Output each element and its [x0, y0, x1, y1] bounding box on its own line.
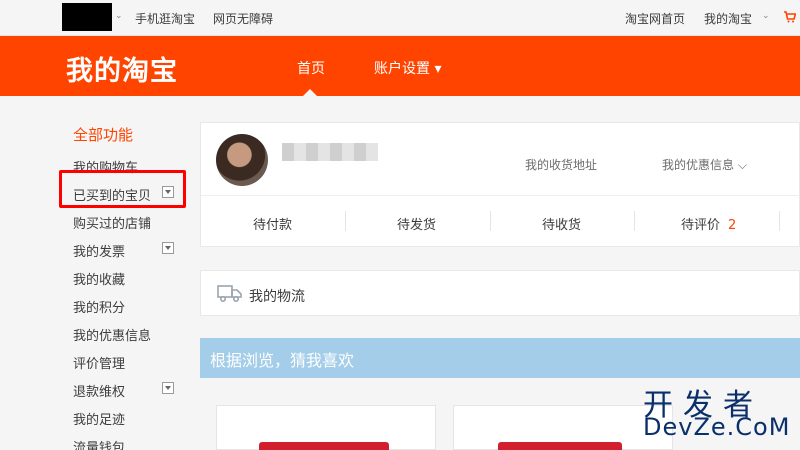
expand-toggle-icon[interactable]	[162, 242, 174, 254]
product-card[interactable]	[453, 405, 673, 450]
nav-account-settings[interactable]: 账户设置 ▾	[374, 58, 441, 78]
my-coupons-link[interactable]: 我的优惠信息 ⌵	[662, 156, 747, 173]
sidebar-item-points[interactable]: 我的积分	[73, 297, 125, 316]
brand-logo[interactable]: 我的淘宝	[66, 49, 178, 88]
order-pending-review[interactable]: 待评价 2	[681, 214, 736, 233]
product-thumbnail[interactable]	[259, 442, 389, 450]
divider	[634, 211, 635, 231]
expand-toggle-icon[interactable]	[162, 382, 174, 394]
recommend-banner: 根据浏览，猜我喜欢	[200, 338, 800, 378]
highlight-annotation	[59, 170, 186, 208]
accessibility-link[interactable]: 网页无障碍	[213, 10, 273, 27]
divider	[779, 211, 780, 231]
watermark-text: DevZe.CoM	[643, 413, 791, 441]
chevron-down-icon[interactable]: ⌄	[762, 11, 770, 21]
sidebar-item-coupons[interactable]: 我的优惠信息	[73, 325, 151, 344]
review-count-badge: 2	[728, 218, 737, 233]
sidebar-item-favorites[interactable]: 我的收藏	[73, 269, 125, 288]
divider	[490, 211, 491, 231]
user-avatar-redacted[interactable]	[62, 3, 112, 31]
order-pending-shipment[interactable]: 待发货	[397, 214, 444, 233]
mobile-taobao-link[interactable]: 手机逛淘宝	[135, 10, 195, 27]
sidebar-item-invoices[interactable]: 我的发票	[73, 241, 125, 260]
user-summary-card: 我的收货地址 我的优惠信息 ⌵ 待付款 待发货 待收货 待评价 2	[200, 122, 800, 247]
sidebar-heading: 全部功能	[73, 126, 134, 144]
truck-icon	[217, 285, 242, 303]
recommend-title: 根据浏览，猜我喜欢	[210, 351, 355, 370]
order-pending-payment[interactable]: 待付款	[253, 214, 300, 233]
my-taobao-link[interactable]: 我的淘宝	[704, 10, 752, 27]
product-thumbnail[interactable]	[498, 442, 622, 450]
logistics-title: 我的物流	[249, 289, 305, 305]
taobao-home-link[interactable]: 淘宝网首页	[625, 10, 685, 27]
username-redacted	[282, 143, 378, 161]
sidebar-item-data-wallet[interactable]: 流量钱包	[73, 437, 125, 450]
chevron-down-icon[interactable]: ⌄	[115, 11, 123, 21]
product-card[interactable]	[216, 405, 436, 450]
sidebar-item-footprints[interactable]: 我的足迹	[73, 409, 125, 428]
sidebar-item-reviews[interactable]: 评价管理	[73, 353, 125, 372]
divider	[345, 211, 346, 231]
sidebar: 全部功能 我的购物车 已买到的宝贝 购买过的店铺 我的发票 我的收藏 我的积分 …	[0, 96, 195, 450]
active-nav-indicator	[303, 89, 317, 96]
top-bar: ⌄ 手机逛淘宝 网页无障碍 淘宝网首页 我的淘宝 ⌄	[0, 0, 800, 36]
shipping-address-link[interactable]: 我的收货地址	[525, 156, 597, 173]
cart-icon[interactable]	[784, 11, 796, 23]
order-pending-receipt[interactable]: 待收货	[542, 214, 589, 233]
logistics-card[interactable]: 我的物流	[200, 270, 800, 316]
avatar[interactable]	[216, 134, 268, 186]
sidebar-item-visited-shops[interactable]: 购买过的店铺	[73, 213, 151, 232]
main-header: 我的淘宝 首页 账户设置 ▾	[0, 36, 800, 96]
sidebar-item-refunds[interactable]: 退款维权	[73, 381, 125, 400]
nav-home[interactable]: 首页	[297, 58, 325, 78]
divider	[201, 195, 800, 196]
